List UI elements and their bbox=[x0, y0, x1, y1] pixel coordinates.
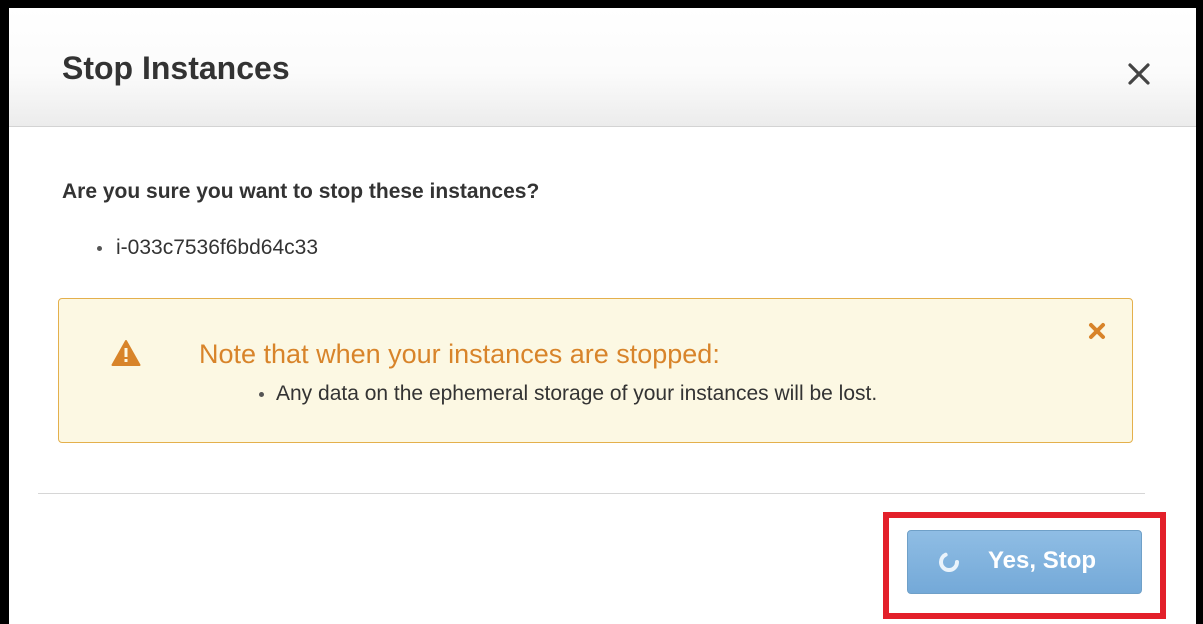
footer-divider bbox=[38, 493, 1145, 494]
instance-id-item: i-033c7536f6bd64c33 bbox=[97, 236, 318, 260]
stop-instances-dialog: Stop Instances Are you sure you want to … bbox=[9, 8, 1196, 624]
instance-id: i-033c7536f6bd64c33 bbox=[116, 236, 319, 259]
yes-stop-button[interactable]: Yes, Stop bbox=[907, 530, 1142, 594]
alert-title: Note that when your instances are stoppe… bbox=[199, 339, 720, 369]
frame-border-right bbox=[1196, 0, 1203, 624]
alert-list-item: Any data on the ephemeral storage of you… bbox=[259, 382, 877, 406]
alert-list: Any data on the ephemeral storage of you… bbox=[259, 382, 877, 406]
dialog-title: Stop Instances bbox=[62, 50, 290, 86]
warning-alert: Note that when your instances are stoppe… bbox=[58, 298, 1133, 443]
spinner-icon bbox=[938, 551, 960, 573]
close-icon[interactable] bbox=[1119, 54, 1159, 94]
alert-item-text: Any data on the ephemeral storage of you… bbox=[276, 382, 878, 405]
dismiss-icon[interactable] bbox=[1086, 320, 1108, 342]
confirmation-question: Are you sure you want to stop these inst… bbox=[62, 180, 540, 203]
bullet-icon bbox=[259, 392, 264, 397]
yes-stop-label: Yes, Stop bbox=[988, 547, 1097, 574]
instance-list: i-033c7536f6bd64c33 bbox=[97, 236, 318, 260]
screenshot-frame: Stop Instances Are you sure you want to … bbox=[0, 0, 1203, 624]
frame-border-top bbox=[0, 0, 1203, 8]
dialog-header: Stop Instances bbox=[9, 8, 1196, 127]
warning-icon bbox=[111, 339, 141, 367]
frame-border-left bbox=[0, 0, 9, 624]
bullet-icon bbox=[97, 246, 102, 251]
